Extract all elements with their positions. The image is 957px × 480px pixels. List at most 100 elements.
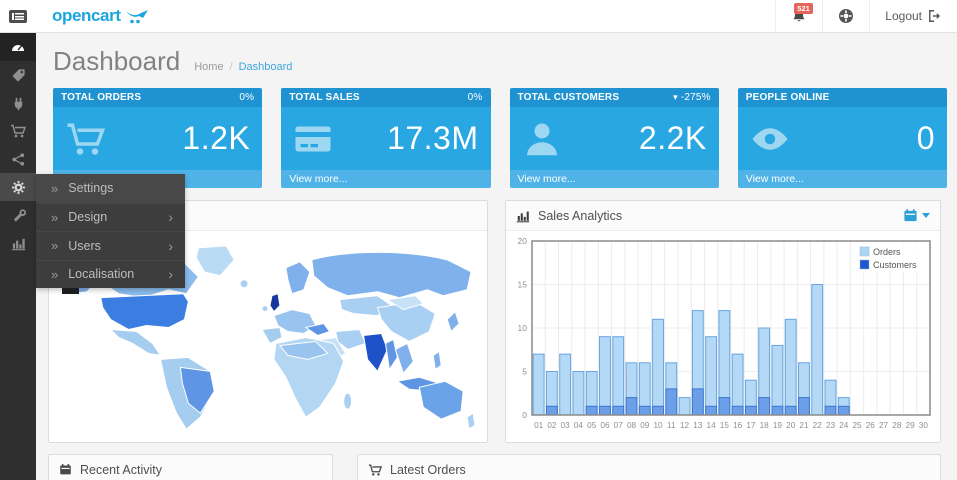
flyout-item-localisation[interactable]: » Localisation › — [36, 260, 185, 289]
tile-change: 0% — [468, 92, 483, 103]
tile-value: 1.2K — [182, 120, 250, 157]
sidebar-item-marketing[interactable] — [0, 145, 36, 173]
tile-value: 0 — [917, 120, 935, 157]
svg-text:20: 20 — [786, 421, 796, 430]
sidebar-item-extensions[interactable] — [0, 89, 36, 117]
view-more-link[interactable]: View more... — [281, 170, 490, 188]
sales-chart: 0510152001020304050607080910111213141516… — [506, 233, 940, 440]
tile-title: TOTAL ORDERS — [61, 92, 141, 103]
logout-icon — [928, 9, 942, 23]
svg-text:08: 08 — [627, 421, 637, 430]
double-angle-icon: » — [51, 210, 58, 225]
sales-analytics-header: Sales Analytics — [506, 201, 940, 231]
plug-icon — [11, 96, 26, 111]
logo[interactable]: opencart — [52, 0, 149, 32]
latest-orders-panel: Latest Orders — [357, 454, 941, 480]
svg-text:05: 05 — [587, 421, 597, 430]
svg-text:Orders: Orders — [873, 247, 901, 257]
tag-icon — [11, 68, 26, 83]
tile-change: -275% — [681, 92, 711, 103]
svg-text:5: 5 — [522, 367, 527, 377]
svg-text:28: 28 — [892, 421, 902, 430]
svg-text:14: 14 — [707, 421, 717, 430]
svg-text:01: 01 — [534, 421, 544, 430]
view-more-link[interactable]: View more... — [738, 170, 947, 188]
date-range-button[interactable] — [903, 208, 930, 223]
kpi-tiles: TOTAL ORDERS 0% 1.2K View more... TOTAL … — [53, 88, 947, 188]
sidebar-item-tools[interactable] — [0, 201, 36, 229]
svg-text:22: 22 — [813, 421, 823, 430]
svg-text:0: 0 — [522, 410, 527, 420]
calendar-icon — [903, 208, 918, 223]
view-more-link[interactable]: View more... — [510, 170, 719, 188]
svg-text:15: 15 — [720, 421, 730, 430]
svg-text:13: 13 — [693, 421, 703, 430]
svg-text:10: 10 — [653, 421, 663, 430]
user-icon — [522, 119, 562, 159]
logout-label: Logout — [885, 9, 922, 23]
flyout-item-design[interactable]: » Design › — [36, 203, 185, 232]
svg-text:16: 16 — [733, 421, 743, 430]
sidebar-item-reports[interactable] — [0, 229, 36, 257]
tile-title: TOTAL SALES — [289, 92, 360, 103]
notifications-button[interactable]: 521 — [775, 0, 822, 32]
breadcrumb-current[interactable]: Dashboard — [239, 61, 293, 73]
flyout-item-users[interactable]: » Users › — [36, 231, 185, 260]
sidebar-item-system[interactable] — [0, 173, 36, 201]
sidebar-item-sales[interactable] — [0, 117, 36, 145]
logo-text: opencart — [52, 6, 121, 26]
svg-text:18: 18 — [760, 421, 770, 430]
svg-text:10: 10 — [518, 323, 528, 333]
storefront-button[interactable] — [822, 0, 869, 32]
caret-down-icon — [922, 213, 930, 218]
svg-text:30: 30 — [919, 421, 929, 430]
svg-text:20: 20 — [518, 236, 528, 246]
gear-icon — [11, 180, 26, 195]
svg-text:06: 06 — [600, 421, 610, 430]
svg-text:25: 25 — [852, 421, 862, 430]
tile-total-orders: TOTAL ORDERS 0% 1.2K View more... — [53, 88, 262, 188]
flyout-item-label: Design — [68, 210, 107, 224]
svg-text:03: 03 — [561, 421, 571, 430]
notification-badge: 521 — [794, 3, 813, 14]
caret-down-icon: ▾ — [673, 92, 678, 103]
svg-text:26: 26 — [866, 421, 876, 430]
svg-text:04: 04 — [574, 421, 584, 430]
bar-chart-icon — [11, 236, 26, 251]
svg-text:17: 17 — [746, 421, 756, 430]
latest-orders-title: Latest Orders — [390, 463, 466, 477]
sidebar-item-dashboard[interactable] — [0, 33, 36, 61]
tile-people-online: PEOPLE ONLINE 0 View more... — [738, 88, 947, 188]
chevron-right-icon: › — [168, 238, 173, 254]
shopping-cart-icon — [10, 123, 26, 139]
svg-text:07: 07 — [614, 421, 624, 430]
svg-text:12: 12 — [680, 421, 690, 430]
flyout-notch — [62, 288, 79, 294]
svg-text:02: 02 — [547, 421, 557, 430]
flyout-item-label: Localisation — [68, 267, 134, 281]
sidebar-item-catalog[interactable] — [0, 61, 36, 89]
eye-icon — [750, 119, 790, 159]
tile-value: 2.2K — [639, 120, 707, 157]
svg-text:11: 11 — [667, 421, 676, 430]
tile-title: TOTAL CUSTOMERS — [518, 92, 620, 103]
system-flyout-menu: » Settings » Design › » Users › » Locali… — [36, 174, 185, 288]
chevron-right-icon: › — [168, 209, 173, 225]
tile-change: 0% — [239, 92, 254, 103]
svg-text:27: 27 — [879, 421, 889, 430]
share-nodes-icon — [11, 152, 26, 167]
svg-text:23: 23 — [826, 421, 836, 430]
tile-title: PEOPLE ONLINE — [746, 92, 830, 103]
header-actions: 521 Logout — [775, 0, 957, 32]
flyout-item-settings[interactable]: » Settings — [36, 174, 185, 203]
sidebar — [0, 33, 36, 480]
breadcrumb-home[interactable]: Home — [194, 61, 223, 73]
breadcrumb: Home / Dashboard — [194, 61, 292, 73]
menu-toggle-button[interactable] — [0, 0, 36, 32]
sales-analytics-title: Sales Analytics — [538, 209, 622, 223]
breadcrumb-separator: / — [230, 61, 233, 73]
page-title: Dashboard — [53, 46, 180, 77]
shopping-cart-icon — [368, 463, 382, 477]
logout-button[interactable]: Logout — [869, 0, 957, 32]
calendar-icon — [59, 463, 72, 476]
